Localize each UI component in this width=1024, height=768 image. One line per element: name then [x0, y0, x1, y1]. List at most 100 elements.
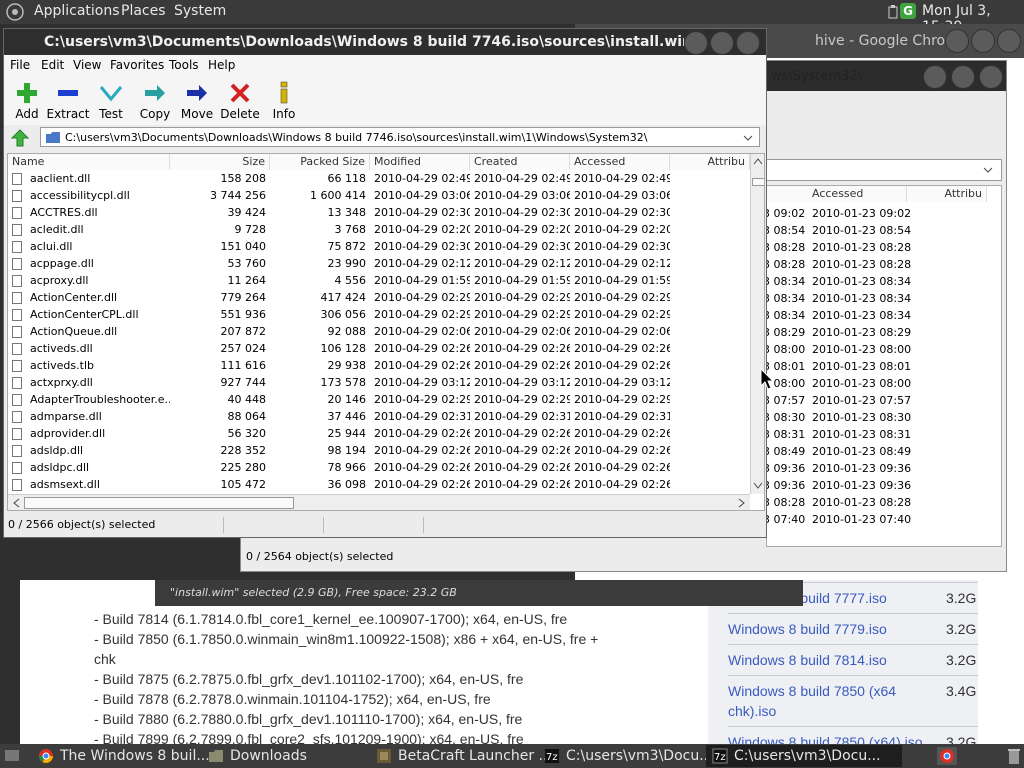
minimize-button[interactable]: [945, 29, 969, 53]
table-row[interactable]: aaclient.dll 158 208 66 118 2010-04-29 02:4…: [8, 171, 748, 188]
task-7zip-1[interactable]: 7z C:\users\vm3\Docu...: [538, 745, 732, 767]
path-input[interactable]: C:\users\vm3\Documents\Downloads\Windows…: [40, 127, 760, 147]
column-created[interactable]: Created: [470, 154, 570, 170]
update-icon[interactable]: G: [900, 3, 916, 19]
win1-titlebar[interactable]: C:\users\vm3\Documents\Downloads\Windows…: [4, 29, 766, 55]
table-row[interactable]: ActionCenterCPL.dll 551 936 306 056 2010-04…: [8, 307, 748, 324]
power-icon[interactable]: [886, 4, 900, 20]
chevron-right-icon[interactable]: [736, 498, 746, 508]
column-accessed[interactable]: Accessed: [570, 154, 670, 170]
table-row[interactable]: 3 07:57 2010-01-23 07:57: [767, 393, 987, 410]
table-row[interactable]: ActionCenter.dll 779 264 417 424 2010-04-29…: [8, 290, 748, 307]
menu-system[interactable]: System: [174, 3, 226, 19]
win2-file-list[interactable]: Accessed Attribu 3 09:02 2010-01-23 09:02…: [766, 185, 1002, 547]
column-accessed[interactable]: Accessed: [767, 186, 907, 202]
table-row[interactable]: 3 08:28 2010-01-23 08:28: [767, 240, 987, 257]
add-button[interactable]: Add: [4, 77, 50, 123]
table-row[interactable]: 3 08:34 2010-01-23 08:34: [767, 308, 987, 325]
table-row[interactable]: 3 08:00 2010-01-23 08:00: [767, 342, 987, 359]
column-name[interactable]: Name: [8, 154, 170, 170]
test-button[interactable]: Test: [88, 77, 134, 123]
table-row[interactable]: ACCTRES.dll 39 424 13 348 2010-04-29 02:30 2…: [8, 205, 748, 222]
iso-link[interactable]: Windows 8 build 7850 (x64).iso: [728, 734, 923, 744]
chevron-left-icon[interactable]: [12, 498, 22, 508]
column-attributes[interactable]: Attribu: [670, 154, 750, 170]
trash-icon[interactable]: [1008, 747, 1020, 765]
horizontal-scrollbar[interactable]: [8, 494, 750, 510]
table-row[interactable]: accessibilitycpl.dll 3 744 256 1 600 414 20…: [8, 188, 748, 205]
chrome-tray-icon[interactable]: [937, 747, 957, 765]
task-downloads[interactable]: Downloads: [202, 745, 390, 767]
table-row[interactable]: AdapterTroubleshooter.e... 40 448 20 146 20…: [8, 392, 748, 409]
table-row[interactable]: activeds.dll 257 024 106 128 2010-04-29 02:…: [8, 341, 748, 358]
show-desktop-icon[interactable]: [4, 748, 20, 764]
table-row[interactable]: admparse.dll 88 064 37 446 2010-04-29 02:31…: [8, 409, 748, 426]
copy-button[interactable]: Copy: [132, 77, 178, 123]
table-row[interactable]: adprovider.dll 56 320 25 944 2010-04-29 02:…: [8, 426, 748, 443]
maximize-button[interactable]: [710, 31, 734, 55]
info-button[interactable]: Info: [261, 77, 307, 123]
chevron-up-icon[interactable]: [752, 156, 764, 166]
menu-view[interactable]: View: [73, 58, 101, 72]
task-betacraft[interactable]: BetaCraft Launcher ...: [370, 745, 563, 767]
move-button[interactable]: Move: [174, 77, 220, 123]
minimize-button[interactable]: [684, 31, 708, 55]
table-row[interactable]: 3 08:01 2010-01-23 08:01: [767, 359, 987, 376]
table-row[interactable]: 3 09:02 2010-01-23 09:02: [767, 206, 987, 223]
close-button[interactable]: [979, 65, 1003, 89]
column-packed-size[interactable]: Packed Size: [270, 154, 370, 170]
table-row[interactable]: activeds.tlb 111 616 29 938 2010-04-29 02:2…: [8, 358, 748, 375]
chevron-down-icon[interactable]: [741, 131, 755, 145]
table-row[interactable]: 3 08:54 2010-01-23 08:54: [767, 223, 987, 240]
scroll-thumb[interactable]: [752, 178, 764, 186]
table-row[interactable]: adsldpc.dll 225 280 78 966 2010-04-29 02:26…: [8, 460, 748, 477]
file-list[interactable]: Name Size Packed Size Modified Created A…: [7, 153, 765, 511]
menu-tools[interactable]: Tools: [169, 58, 199, 72]
menu-edit[interactable]: Edit: [41, 58, 64, 72]
menu-favorites[interactable]: Favorites: [110, 58, 164, 72]
delete-button[interactable]: Delete: [217, 77, 263, 123]
table-row[interactable]: 3 08:28 2010-01-23 08:28: [767, 495, 987, 512]
vertical-scrollbar[interactable]: [750, 154, 764, 494]
maximize-button[interactable]: [951, 65, 975, 89]
menu-file[interactable]: File: [10, 58, 30, 72]
column-size[interactable]: Size: [170, 154, 270, 170]
minimize-button[interactable]: [923, 65, 947, 89]
table-row[interactable]: ActionQueue.dll 207 872 92 088 2010-04-29 0…: [8, 324, 748, 341]
table-row[interactable]: aclui.dll 151 040 75 872 2010-04-29 02:30 20…: [8, 239, 748, 256]
table-row[interactable]: acproxy.dll 11 264 4 556 2010-04-29 01:59 20…: [8, 273, 748, 290]
close-button[interactable]: [736, 31, 760, 55]
extract-button[interactable]: Extract: [45, 77, 91, 123]
table-row[interactable]: acledit.dll 9 728 3 768 2010-04-29 02:20 201…: [8, 222, 748, 239]
table-row[interactable]: 3 08:34 2010-01-23 08:34: [767, 274, 987, 291]
table-row[interactable]: acppage.dll 53 760 23 990 2010-04-29 02:12 2…: [8, 256, 748, 273]
iso-link[interactable]: chk).iso: [728, 703, 776, 719]
maximize-button[interactable]: [971, 29, 995, 53]
menu-help[interactable]: Help: [208, 58, 235, 72]
table-row[interactable]: 3 08:49 2010-01-23 08:49: [767, 444, 987, 461]
up-folder-icon[interactable]: [10, 129, 30, 147]
menu-applications[interactable]: Applications: [34, 3, 120, 19]
column-attributes[interactable]: Attribu: [907, 186, 987, 202]
table-row[interactable]: actxprxy.dll 927 744 173 578 2010-04-29 03:…: [8, 375, 748, 392]
iso-link[interactable]: Windows 8 build 7779.iso: [728, 621, 887, 637]
iso-link[interactable]: Windows 8 build 7850 (x64: [728, 683, 896, 699]
chevron-down-icon[interactable]: [981, 163, 995, 177]
table-row[interactable]: 3 08:28 2010-01-23 08:28: [767, 257, 987, 274]
table-row[interactable]: 3 08:31 2010-01-23 08:31: [767, 427, 987, 444]
table-row[interactable]: adsldp.dll 228 352 98 194 2010-04-29 02:26 2…: [8, 443, 748, 460]
table-row[interactable]: 3 07:40 2010-01-23 07:40: [767, 512, 987, 529]
table-row[interactable]: 3 09:36 2010-01-23 09:36: [767, 461, 987, 478]
table-row[interactable]: 3 08:00 2010-01-23 08:00: [767, 376, 987, 393]
task-chrome[interactable]: The Windows 8 buil...: [32, 745, 225, 767]
column-modified[interactable]: Modified: [370, 154, 470, 170]
distro-logo-icon[interactable]: [6, 3, 24, 21]
task-7zip-2[interactable]: 7z C:\users\vm3\Docu...: [706, 745, 902, 767]
table-row[interactable]: 3 08:34 2010-01-23 08:34: [767, 291, 987, 308]
win2-address[interactable]: [766, 159, 1002, 181]
table-row[interactable]: 3 08:30 2010-01-23 08:30: [767, 410, 987, 427]
menu-places[interactable]: Places: [121, 3, 166, 19]
table-row[interactable]: 3 08:29 2010-01-23 08:29: [767, 325, 987, 342]
iso-link[interactable]: Windows 8 build 7814.iso: [728, 652, 887, 668]
close-button[interactable]: [997, 29, 1021, 53]
